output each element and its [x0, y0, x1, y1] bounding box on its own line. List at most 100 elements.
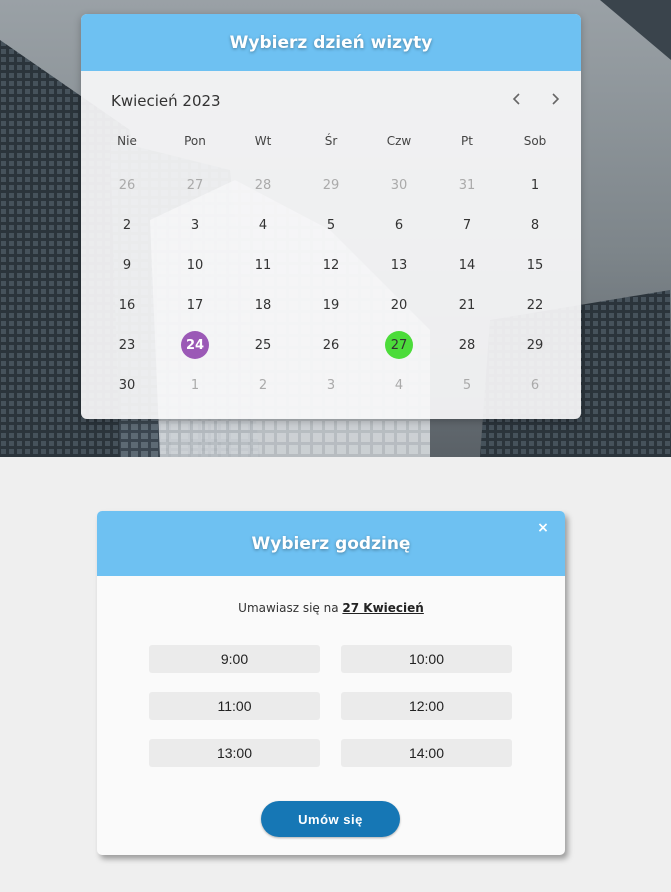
calendar-day-label: 14: [458, 257, 476, 273]
prev-month-button[interactable]: [505, 87, 529, 111]
time-slot-button[interactable]: 12:00: [341, 692, 512, 720]
calendar-day-label: 1: [190, 377, 200, 393]
calendar-day-label: 24: [181, 331, 209, 359]
calendar-day[interactable]: 27: [161, 170, 229, 200]
calendar-day[interactable]: 16: [93, 290, 161, 320]
weekday-label: Pon: [184, 134, 206, 148]
calendar-day-label: 3: [326, 377, 336, 393]
calendar-day-label: 12: [322, 257, 340, 273]
calendar-day[interactable]: 26: [297, 330, 365, 360]
calendar-day[interactable]: 26: [93, 170, 161, 200]
time-slot-button[interactable]: 9:00: [149, 645, 320, 673]
calendar-day[interactable]: 7: [433, 210, 501, 240]
calendar-day[interactable]: 6: [501, 370, 569, 400]
selected-date-link[interactable]: 27 Kwiecień: [342, 601, 423, 615]
calendar-day-label: 5: [326, 217, 336, 233]
calendar-day[interactable]: 4: [365, 370, 433, 400]
weekday-label: Śr: [324, 134, 338, 148]
calendar-day-label: 17: [186, 297, 204, 313]
calendar-day[interactable]: 31: [433, 170, 501, 200]
calendar-day-label: 15: [526, 257, 544, 273]
calendar-month-label: Kwiecień 2023: [111, 92, 221, 110]
calendar-day[interactable]: 10: [161, 250, 229, 280]
calendar-day[interactable]: 30: [365, 170, 433, 200]
calendar-day[interactable]: 22: [501, 290, 569, 320]
calendar-day[interactable]: 23: [93, 330, 161, 360]
calendar-day[interactable]: 5: [297, 210, 365, 240]
calendar-day-label: 26: [118, 177, 136, 193]
time-slot-button[interactable]: 13:00: [149, 739, 320, 767]
chevron-right-icon: [552, 93, 560, 105]
calendar-day[interactable]: 29: [501, 330, 569, 360]
calendar-week-row: 16 17 18 19 20 21 22: [81, 285, 581, 325]
weekday-label: Wt: [254, 134, 272, 148]
calendar-day[interactable]: 20: [365, 290, 433, 320]
calendar-day-label: 2: [258, 377, 268, 393]
calendar-day-label: 10: [186, 257, 204, 273]
calendar-week-row: 30 1 2 3 4 5 6: [81, 365, 581, 405]
calendar-day[interactable]: 30: [93, 370, 161, 400]
calendar-day[interactable]: 3: [161, 210, 229, 240]
calendar-day-selected[interactable]: 27: [365, 330, 433, 360]
calendar-title: Wybierz dzień wizyty: [81, 14, 581, 71]
calendar-day-label: 8: [530, 217, 540, 233]
calendar-week-row: 2 3 4 5 6 7 8: [81, 205, 581, 245]
calendar-day-label: 4: [394, 377, 404, 393]
calendar-day[interactable]: 4: [229, 210, 297, 240]
calendar-day-label: 2: [122, 217, 132, 233]
time-slot-button[interactable]: 11:00: [149, 692, 320, 720]
time-slot-button[interactable]: 10:00: [341, 645, 512, 673]
calendar-day[interactable]: 5: [433, 370, 501, 400]
calendar-card: Wybierz dzień wizyty Kwiecień 2023 Nie P…: [81, 14, 581, 419]
calendar-day[interactable]: 29: [297, 170, 365, 200]
time-modal: Wybierz godzinę × Umawiasz się na 27 Kwi…: [97, 511, 565, 855]
calendar-day-label: 27: [186, 177, 204, 193]
calendar-grid: 26 27 28 29 30 31 1 2 3 4 5 6 7 8 9 10 11 12 13 14 15 16 17 18 1…: [81, 165, 581, 405]
calendar-day[interactable]: 28: [229, 170, 297, 200]
calendar-day-selected[interactable]: 24: [161, 330, 229, 360]
calendar-day-label: 29: [526, 337, 544, 353]
calendar-day-label: 3: [190, 217, 200, 233]
calendar-day[interactable]: 13: [365, 250, 433, 280]
calendar-day-label: 28: [254, 177, 272, 193]
calendar-day[interactable]: 9: [93, 250, 161, 280]
calendar-day-label: 11: [254, 257, 272, 273]
time-slot-button[interactable]: 14:00: [341, 739, 512, 767]
close-icon[interactable]: ×: [535, 520, 551, 536]
calendar-day[interactable]: 12: [297, 250, 365, 280]
calendar-day[interactable]: 28: [433, 330, 501, 360]
calendar-day[interactable]: 6: [365, 210, 433, 240]
calendar-day[interactable]: 18: [229, 290, 297, 320]
calendar-day[interactable]: 14: [433, 250, 501, 280]
calendar-day[interactable]: 1: [161, 370, 229, 400]
next-month-button[interactable]: [543, 87, 567, 111]
calendar-day-label: 4: [258, 217, 268, 233]
weekday-header-row: Nie Pon Wt Śr Czw Pt Sob: [81, 127, 581, 155]
calendar-day-label: 7: [462, 217, 472, 233]
info-prefix: Umawiasz się na: [238, 601, 343, 615]
calendar-day[interactable]: 15: [501, 250, 569, 280]
calendar-day[interactable]: 3: [297, 370, 365, 400]
calendar-day[interactable]: 25: [229, 330, 297, 360]
calendar-day[interactable]: 1: [501, 170, 569, 200]
calendar-day-label: 1: [530, 177, 540, 193]
calendar-day-label: 20: [390, 297, 408, 313]
time-modal-title: Wybierz godzinę: [251, 533, 411, 554]
calendar-day[interactable]: 11: [229, 250, 297, 280]
calendar-day-label: 22: [526, 297, 544, 313]
time-modal-header: Wybierz godzinę ×: [97, 511, 565, 576]
selected-date-info: Umawiasz się na 27 Kwiecień: [97, 601, 565, 615]
calendar-day[interactable]: 17: [161, 290, 229, 320]
calendar-day[interactable]: 19: [297, 290, 365, 320]
calendar-day[interactable]: 21: [433, 290, 501, 320]
calendar-day-label: 29: [322, 177, 340, 193]
book-appointment-button[interactable]: Umów się: [261, 801, 400, 837]
calendar-day[interactable]: 2: [93, 210, 161, 240]
calendar-day-label: 16: [118, 297, 136, 313]
calendar-day-label: 19: [322, 297, 340, 313]
calendar-day[interactable]: 2: [229, 370, 297, 400]
chevron-left-icon: [512, 93, 520, 105]
calendar-day[interactable]: 8: [501, 210, 569, 240]
calendar-day-label: 26: [322, 337, 340, 353]
weekday-label: Pt: [461, 134, 473, 148]
